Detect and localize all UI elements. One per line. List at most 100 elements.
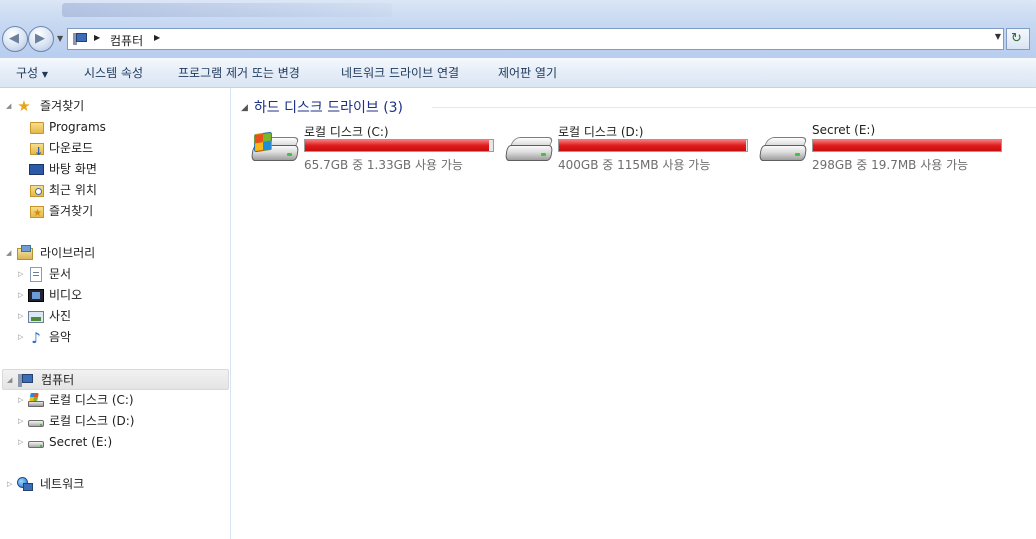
nav-item-documents[interactable]: ▷ 문서 — [0, 264, 229, 285]
nav-computer-label: 컴퓨터 — [41, 373, 75, 387]
nav-network[interactable]: ▷ 네트워크 — [0, 474, 229, 495]
nav-item-label: 음악 — [49, 330, 72, 344]
chevron-down-icon: ▼ — [41, 70, 49, 79]
drive-name: Secret (E:) — [812, 123, 876, 137]
usage-bar-fill — [305, 140, 490, 151]
back-button[interactable]: ◀ — [2, 26, 28, 52]
usage-bar — [304, 139, 494, 152]
nav-favorites-label: 즐겨찾기 — [40, 99, 85, 113]
refresh-button[interactable]: ↻ — [1006, 28, 1030, 50]
collapsed-triangle-icon[interactable]: ▷ — [18, 306, 23, 327]
expanded-triangle-icon[interactable]: ◢ — [6, 96, 11, 117]
nav-libraries[interactable]: ◢ 라이브러리 — [0, 243, 229, 264]
address-bar[interactable]: ▶ 컴퓨터 ▶ ▼ — [67, 28, 1004, 50]
nav-item-favorites-folder[interactable]: 즐겨찾기 — [0, 201, 229, 224]
expanded-triangle-icon[interactable]: ◢ — [241, 103, 248, 113]
collapsed-triangle-icon[interactable]: ▷ — [18, 264, 23, 285]
hard-drive-icon — [504, 131, 555, 167]
content-pane: ◢ 하드 디스크 드라이브 (3) 로컬 디스크 (C:) 65.7GB 중 1.… — [232, 88, 1036, 539]
nav-item-label: 로컬 디스크 (D:) — [49, 414, 135, 428]
uninstall-program-button[interactable]: 프로그램 제거 또는 변경 — [178, 64, 300, 81]
nav-item-pictures[interactable]: ▷ 사진 — [0, 306, 229, 327]
nav-item-label: 로컬 디스크 (C:) — [49, 393, 134, 407]
nav-item-label: 즐겨찾기 — [49, 204, 94, 218]
nav-item-label: Programs — [49, 120, 106, 134]
collapsed-triangle-icon[interactable]: ▷ — [18, 285, 23, 306]
usage-bar — [558, 139, 748, 152]
open-control-panel-button[interactable]: 제어판 열기 — [498, 64, 557, 81]
nav-item-videos[interactable]: ▷ 비디오 — [0, 285, 229, 306]
usage-bar-fill — [813, 140, 1001, 151]
usage-bar — [812, 139, 1002, 152]
nav-item-label: 사진 — [49, 309, 72, 323]
hard-drive-icon — [758, 131, 809, 167]
group-header[interactable]: ◢ 하드 디스크 드라이브 (3) — [241, 97, 403, 117]
collapsed-triangle-icon[interactable]: ▷ — [7, 474, 12, 495]
music-note-icon: ♪ — [31, 329, 41, 347]
nav-item-music[interactable]: ▷ ♪ 음악 — [0, 327, 229, 348]
recent-places-icon — [30, 185, 44, 197]
nav-item-desktop[interactable]: 바탕 화면 — [0, 159, 229, 180]
nav-computer[interactable]: ◢ 컴퓨터 — [2, 369, 229, 390]
drive-tile-d[interactable]: 로컬 디스크 (D:) 400GB 중 115MB 사용 가능 — [504, 123, 754, 173]
nav-item-recent[interactable]: 최근 위치 — [0, 180, 229, 201]
expanded-triangle-icon[interactable]: ◢ — [7, 370, 12, 391]
collapsed-triangle-icon[interactable]: ▷ — [18, 411, 23, 432]
nav-item-downloads[interactable]: 다운로드 — [0, 138, 229, 162]
nav-item-drive-d[interactable]: ▷ 로컬 디스크 (D:) — [0, 411, 229, 432]
refresh-icon: ↻ — [1011, 31, 1022, 46]
breadcrumb-computer[interactable]: 컴퓨터 — [110, 32, 143, 49]
nav-item-programs[interactable]: Programs — [0, 117, 229, 138]
forward-button[interactable]: ▶ — [28, 26, 54, 52]
back-arrow-icon: ◀ — [9, 31, 19, 46]
collapsed-triangle-icon[interactable]: ▷ — [18, 432, 23, 453]
drive-name: 로컬 디스크 (C:) — [304, 125, 389, 139]
drive-free-space: 65.7GB 중 1.33GB 사용 가능 — [304, 158, 463, 172]
breadcrumb-chevron-icon[interactable]: ▶ — [94, 33, 100, 42]
folder-icon — [30, 122, 44, 134]
picture-icon — [28, 311, 44, 323]
favorites-folder-icon — [30, 203, 44, 224]
drive-name: 로컬 디스크 (D:) — [558, 125, 644, 139]
nav-item-label: 바탕 화면 — [49, 162, 97, 176]
drive-tile-e[interactable]: Secret (E:) 298GB 중 19.7MB 사용 가능 — [758, 123, 1008, 173]
library-icon — [17, 245, 33, 260]
nav-item-label: Secret (E:) — [49, 435, 113, 449]
document-icon — [30, 267, 42, 282]
expanded-triangle-icon[interactable]: ◢ — [6, 243, 11, 264]
nav-item-drive-e[interactable]: ▷ Secret (E:) — [0, 432, 229, 453]
command-bar: 구성 ▼ 시스템 속성 프로그램 제거 또는 변경 네트워크 드라이브 연결 제… — [0, 58, 1036, 88]
network-icon — [17, 477, 33, 493]
system-properties-button[interactable]: 시스템 속성 — [84, 64, 143, 81]
downloads-folder-icon — [30, 141, 44, 162]
windows-drive-icon — [28, 393, 45, 408]
address-dropdown-icon[interactable]: ▼ — [995, 32, 1001, 41]
title-bar: ◀ ▶ ▼ ▶ 컴퓨터 ▶ ▼ ↻ — [0, 0, 1036, 58]
nav-item-label: 문서 — [49, 267, 72, 281]
window-title-blur — [62, 3, 392, 17]
nav-item-label: 비디오 — [49, 288, 83, 302]
nav-favorites[interactable]: ◢ ★ 즐겨찾기 — [0, 96, 229, 117]
usage-bar-fill — [559, 140, 747, 151]
map-network-drive-button[interactable]: 네트워크 드라이브 연결 — [341, 64, 459, 81]
star-icon: ★ — [17, 97, 31, 115]
history-dropdown-icon[interactable]: ▼ — [57, 34, 63, 43]
nav-network-label: 네트워크 — [40, 477, 85, 491]
navigation-pane: ◢ ★ 즐겨찾기 Programs 다운로드 바탕 화면 최근 위치 즐겨찾기 … — [0, 88, 231, 539]
organize-menu[interactable]: 구성 ▼ — [16, 64, 48, 81]
drive-free-space: 400GB 중 115MB 사용 가능 — [558, 158, 711, 172]
group-divider — [432, 107, 1036, 108]
nav-item-label: 최근 위치 — [49, 183, 97, 197]
breadcrumb-chevron-icon[interactable]: ▶ — [154, 33, 160, 42]
nav-item-drive-c[interactable]: ▷ 로컬 디스크 (C:) — [0, 390, 229, 411]
collapsed-triangle-icon[interactable]: ▷ — [18, 390, 23, 411]
collapsed-triangle-icon[interactable]: ▷ — [18, 327, 23, 348]
hard-drive-icon — [28, 438, 45, 450]
nav-item-label: 다운로드 — [49, 141, 94, 155]
nav-libraries-label: 라이브러리 — [40, 246, 96, 260]
computer-icon — [73, 32, 89, 46]
computer-icon — [18, 373, 34, 389]
drive-tile-c[interactable]: 로컬 디스크 (C:) 65.7GB 중 1.33GB 사용 가능 — [250, 123, 500, 173]
group-title: 하드 디스크 드라이브 (3) — [253, 100, 404, 116]
video-icon — [28, 289, 44, 302]
